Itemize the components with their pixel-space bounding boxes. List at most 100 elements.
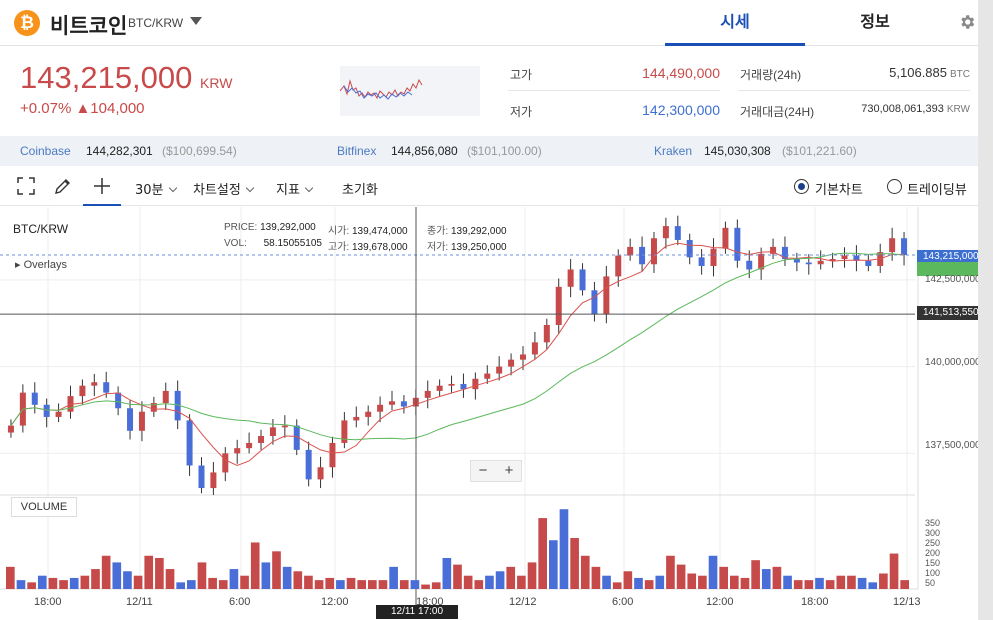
candle — [603, 276, 610, 315]
volume-bar — [133, 575, 143, 589]
candle — [103, 382, 110, 393]
volume-bar — [27, 582, 36, 589]
volume-bar — [644, 580, 654, 589]
divider — [508, 90, 720, 91]
volume-bar — [602, 575, 611, 589]
cursor-price-tag: 141,513,550 — [917, 306, 979, 320]
current-price: 143,215,000 — [20, 60, 193, 95]
fullscreen-icon[interactable] — [15, 176, 37, 198]
candlestick-chart[interactable]: BTC/KRW ▸ Overlays PRICE: 139,292,000 VO… — [0, 207, 981, 619]
candle — [55, 411, 62, 417]
radio-tradingview-label[interactable]: 트레이딩뷰 — [907, 179, 967, 198]
coin-name[interactable]: 비트코인 — [50, 10, 127, 40]
volume-bar — [836, 575, 846, 589]
volume-bar — [59, 580, 68, 589]
candle — [377, 404, 384, 412]
low-label: 저가 — [510, 105, 533, 119]
time-axis-label: 18:00 — [801, 596, 829, 608]
chart-title: BTC/KRW — [13, 222, 69, 236]
zoom-out-button[interactable]: − — [471, 462, 495, 480]
amount-label: 거래대금(24H) — [740, 105, 815, 119]
crosshair-icon[interactable] — [83, 176, 121, 206]
candle — [484, 373, 491, 379]
volume-bar — [421, 584, 430, 589]
candle — [650, 238, 657, 265]
exchange-name[interactable]: Bitfinex — [337, 144, 376, 158]
price-axis-label: 137,500,000 — [925, 440, 981, 451]
volume-bar — [378, 580, 388, 589]
volume-bar — [559, 509, 569, 589]
candle — [555, 286, 562, 325]
candle — [281, 425, 288, 428]
candle — [674, 226, 681, 240]
candle — [508, 359, 515, 367]
volume-bar — [431, 582, 441, 589]
volume-bar — [399, 580, 409, 589]
volume-bar — [229, 569, 239, 589]
chart-toolbar: 30분 차트설정 지표 초기화 기본차트 트레이딩뷰 — [0, 168, 978, 206]
overlays-toggle[interactable]: ▸ Overlays — [15, 258, 67, 271]
volume-bar — [304, 575, 313, 589]
volume-bar — [389, 566, 398, 589]
volume-bar — [101, 555, 111, 589]
candle — [543, 324, 550, 343]
candle — [269, 427, 276, 437]
volume-bar — [772, 566, 782, 589]
zoom-controls: − + — [470, 460, 522, 482]
pencil-icon[interactable] — [52, 176, 74, 198]
tab-price[interactable]: 시세 — [665, 0, 805, 46]
chevron-down-icon[interactable] — [190, 17, 202, 25]
exchange-name[interactable]: Kraken — [654, 144, 692, 158]
volume-bar — [655, 575, 665, 589]
header: ₿ 비트코인 BTC/KRW 시세 정보 — [0, 0, 978, 46]
volume-bar — [495, 571, 505, 589]
volume-bar — [708, 555, 718, 589]
volume-bar — [761, 569, 771, 589]
time-axis-label: 18:00 — [34, 596, 62, 608]
volume-label: VOLUME — [11, 497, 77, 517]
volume-bar — [463, 575, 473, 589]
candle — [722, 227, 729, 249]
chart-settings-dropdown[interactable]: 차트설정 — [193, 179, 255, 198]
divider — [738, 90, 970, 91]
ohlc-volume: VOL: 58.15055105 — [224, 238, 322, 249]
candle — [305, 449, 312, 480]
interval-dropdown[interactable]: 30분 — [135, 179, 177, 198]
radio-basic-chart[interactable] — [794, 179, 809, 194]
candle — [746, 260, 753, 270]
volume-bar — [282, 566, 292, 589]
time-axis-label: 12/12 — [509, 596, 537, 608]
volume-bar — [900, 580, 909, 589]
candle — [43, 404, 50, 417]
gear-icon[interactable] — [958, 13, 976, 31]
radio-basic-chart-label[interactable]: 기본차트 — [815, 179, 863, 198]
candle — [258, 436, 265, 443]
coin-pair[interactable]: BTC/KRW — [128, 16, 183, 30]
volume-axis-label: 50 — [925, 578, 936, 588]
volume-bar — [634, 577, 643, 589]
exchange-bar: Coinbase 144,282,301 ($100,699.54) Bitfi… — [0, 136, 978, 166]
candle — [115, 392, 122, 409]
exchange-name[interactable]: Coinbase — [20, 144, 71, 158]
volume-bar — [591, 566, 601, 589]
reset-button[interactable]: 초기화 — [342, 179, 378, 198]
candle — [496, 366, 503, 374]
candle — [127, 408, 134, 431]
candle — [817, 260, 824, 265]
volume-bar — [16, 580, 26, 589]
volume-bar — [314, 580, 324, 589]
radio-tradingview[interactable] — [887, 179, 902, 194]
volume-bar — [623, 571, 633, 589]
volume-bar — [730, 575, 739, 589]
candle — [400, 401, 407, 407]
zoom-in-button[interactable]: + — [497, 462, 521, 480]
candle — [91, 382, 98, 386]
chart-canvas[interactable] — [0, 207, 978, 605]
volume-bar — [293, 571, 303, 589]
volume-bar — [687, 573, 697, 589]
tab-info[interactable]: 정보 — [805, 0, 945, 46]
price-change: +0.07% ▲104,000 — [20, 100, 145, 117]
volume-bar — [357, 580, 366, 589]
volume-bar — [517, 575, 526, 589]
indicators-dropdown[interactable]: 지표 — [276, 179, 314, 198]
